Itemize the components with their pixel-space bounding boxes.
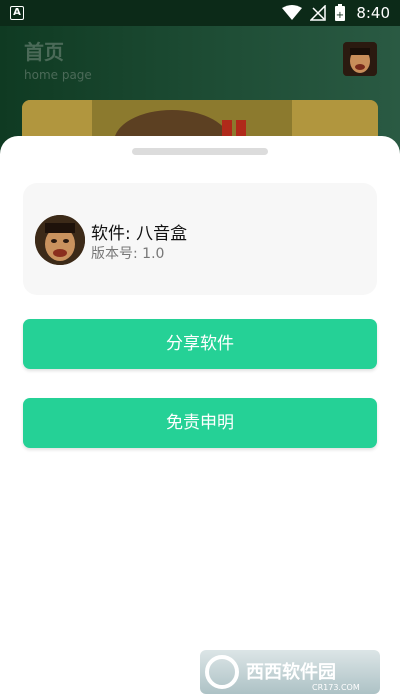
clock: 8:40 <box>356 4 390 22</box>
app-info-card: 软件: 八音盒 版本号: 1.0 <box>23 183 377 295</box>
header-avatar[interactable] <box>343 42 377 76</box>
avatar-face-icon <box>343 42 377 76</box>
page-subtitle: home page <box>24 68 92 82</box>
status-bar: A + 8:40 <box>0 0 400 26</box>
watermark-url: CR173.COM <box>312 683 360 692</box>
app-name-label: 软件: 八音盒 <box>91 224 188 244</box>
disclaimer-button[interactable]: 免责申明 <box>23 398 377 448</box>
no-signal-icon <box>310 5 327 21</box>
notification-a-icon: A <box>10 6 24 20</box>
wifi-icon <box>282 5 303 20</box>
app-avatar <box>35 215 85 265</box>
sheet-drag-handle[interactable] <box>132 148 268 155</box>
bottom-sheet: 软件: 八音盒 版本号: 1.0 分享软件 免责申明 <box>0 136 400 700</box>
battery-charging-icon: + <box>335 4 346 21</box>
share-app-button[interactable]: 分享软件 <box>23 319 377 369</box>
watermark-brand: 西西软件园 <box>246 661 336 683</box>
watermark-logo: 西西软件园 CR173.COM <box>200 650 380 694</box>
watermark-artwork: 西西软件园 CR173.COM <box>205 655 360 692</box>
battery-symbol: + <box>336 10 344 21</box>
page-title: 首页 <box>24 40 64 64</box>
app-version-label: 版本号: 1.0 <box>91 246 165 262</box>
app-avatar-face-icon <box>35 215 85 265</box>
